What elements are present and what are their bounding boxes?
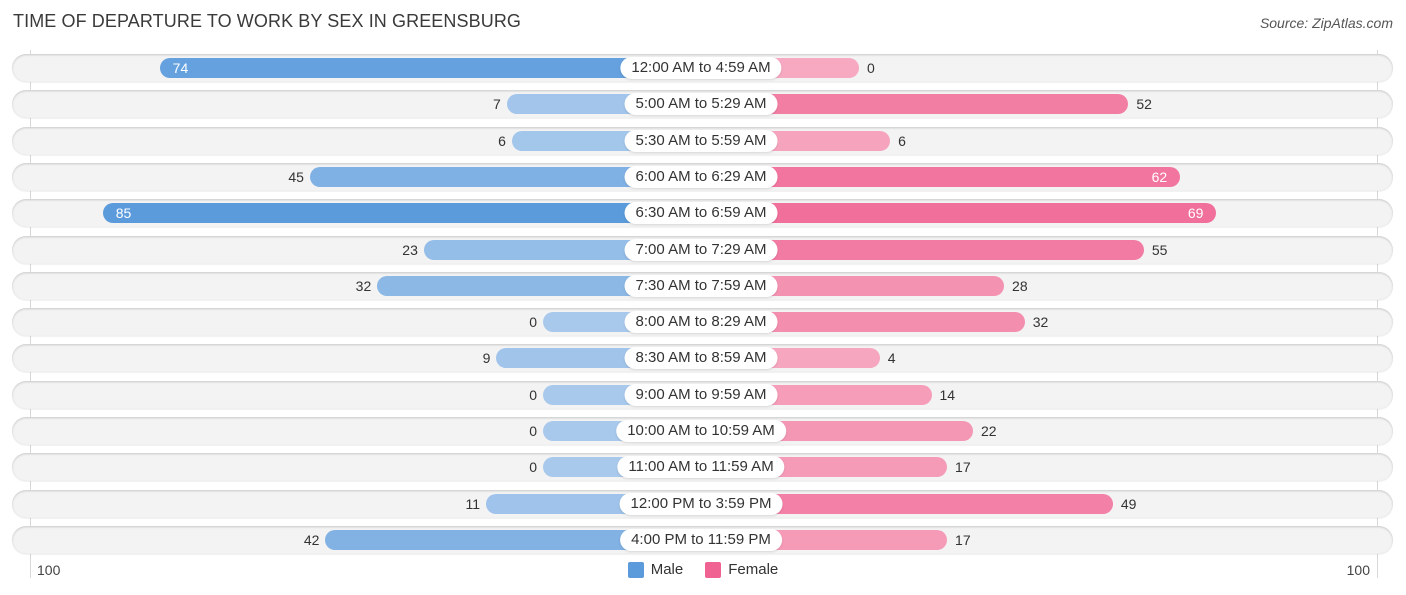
value-label-female: 52 (1136, 96, 1152, 113)
chart-plot-area: 74 0 12:00 AM to 4:59 AM 7 52 5:00 AM to 5:29… (0, 0, 1406, 595)
category-label: 7:00 AM to 7:29 AM (624, 238, 778, 261)
category-label: 9:00 AM to 9:59 AM (624, 383, 778, 406)
category-label: 8:00 AM to 8:29 AM (624, 311, 778, 334)
value-label-male: 0 (529, 459, 537, 476)
value-label-male: 23 (402, 241, 418, 258)
value-label-female: 14 (939, 386, 956, 403)
legend-label-female: Female (728, 561, 779, 578)
legend-swatch-male (627, 561, 644, 578)
category-label: 5:00 AM to 5:29 AM (624, 93, 778, 116)
category-label: 12:00 AM to 4:59 AM (620, 57, 782, 79)
category-label: 10:00 AM to 10:59 AM (616, 420, 786, 442)
category-label: 12:00 PM to 3:59 PM (619, 492, 783, 515)
value-label-female: 55 (1151, 241, 1168, 258)
value-label-male: 7 (492, 96, 501, 113)
value-label-female: 49 (1120, 495, 1137, 512)
category-label: 4:00 PM to 11:59 PM (620, 528, 782, 551)
value-label-female: 17 (955, 531, 971, 548)
value-label-male: 6 (498, 132, 506, 149)
category-label: 6:00 AM to 6:29 AM (624, 165, 778, 188)
value-label-male: 11 (465, 495, 481, 512)
legend-swatch-female (705, 561, 722, 578)
value-label-female: 62 (1151, 168, 1168, 185)
value-label-male: 32 (355, 277, 372, 294)
value-label-female: 4 (887, 350, 896, 367)
category-label: 7:30 AM to 7:59 AM (624, 274, 778, 297)
value-label-male: 9 (482, 350, 491, 367)
value-label-female: 6 (898, 132, 906, 149)
value-label-male: 74 (172, 60, 189, 76)
value-label-male: 45 (288, 168, 304, 185)
value-label-male: 85 (115, 205, 132, 222)
legend-item-female: Female (705, 561, 778, 578)
category-label: 6:30 AM to 6:59 AM (624, 202, 778, 225)
value-label-female: 22 (980, 423, 997, 439)
category-label: 11:00 AM to 11:59 AM (617, 456, 785, 479)
value-label-female: 32 (1032, 314, 1049, 331)
value-label-female: 17 (955, 459, 971, 476)
legend-item-male: Male (627, 561, 684, 578)
value-label-female: 28 (1012, 277, 1028, 294)
legend: Male Female (0, 561, 1406, 578)
value-label-female: 0 (867, 60, 875, 76)
value-label-male: 0 (529, 423, 537, 439)
value-label-male: 0 (529, 386, 537, 403)
bar-female (701, 203, 1217, 224)
value-label-male: 0 (529, 314, 537, 331)
value-label-male: 42 (303, 531, 320, 548)
category-label: 8:30 AM to 8:59 AM (624, 347, 778, 370)
value-label-female: 69 (1187, 205, 1204, 222)
legend-label-male: Male (650, 561, 684, 578)
category-label: 5:30 AM to 5:59 AM (624, 129, 778, 152)
bar-male (102, 203, 701, 224)
